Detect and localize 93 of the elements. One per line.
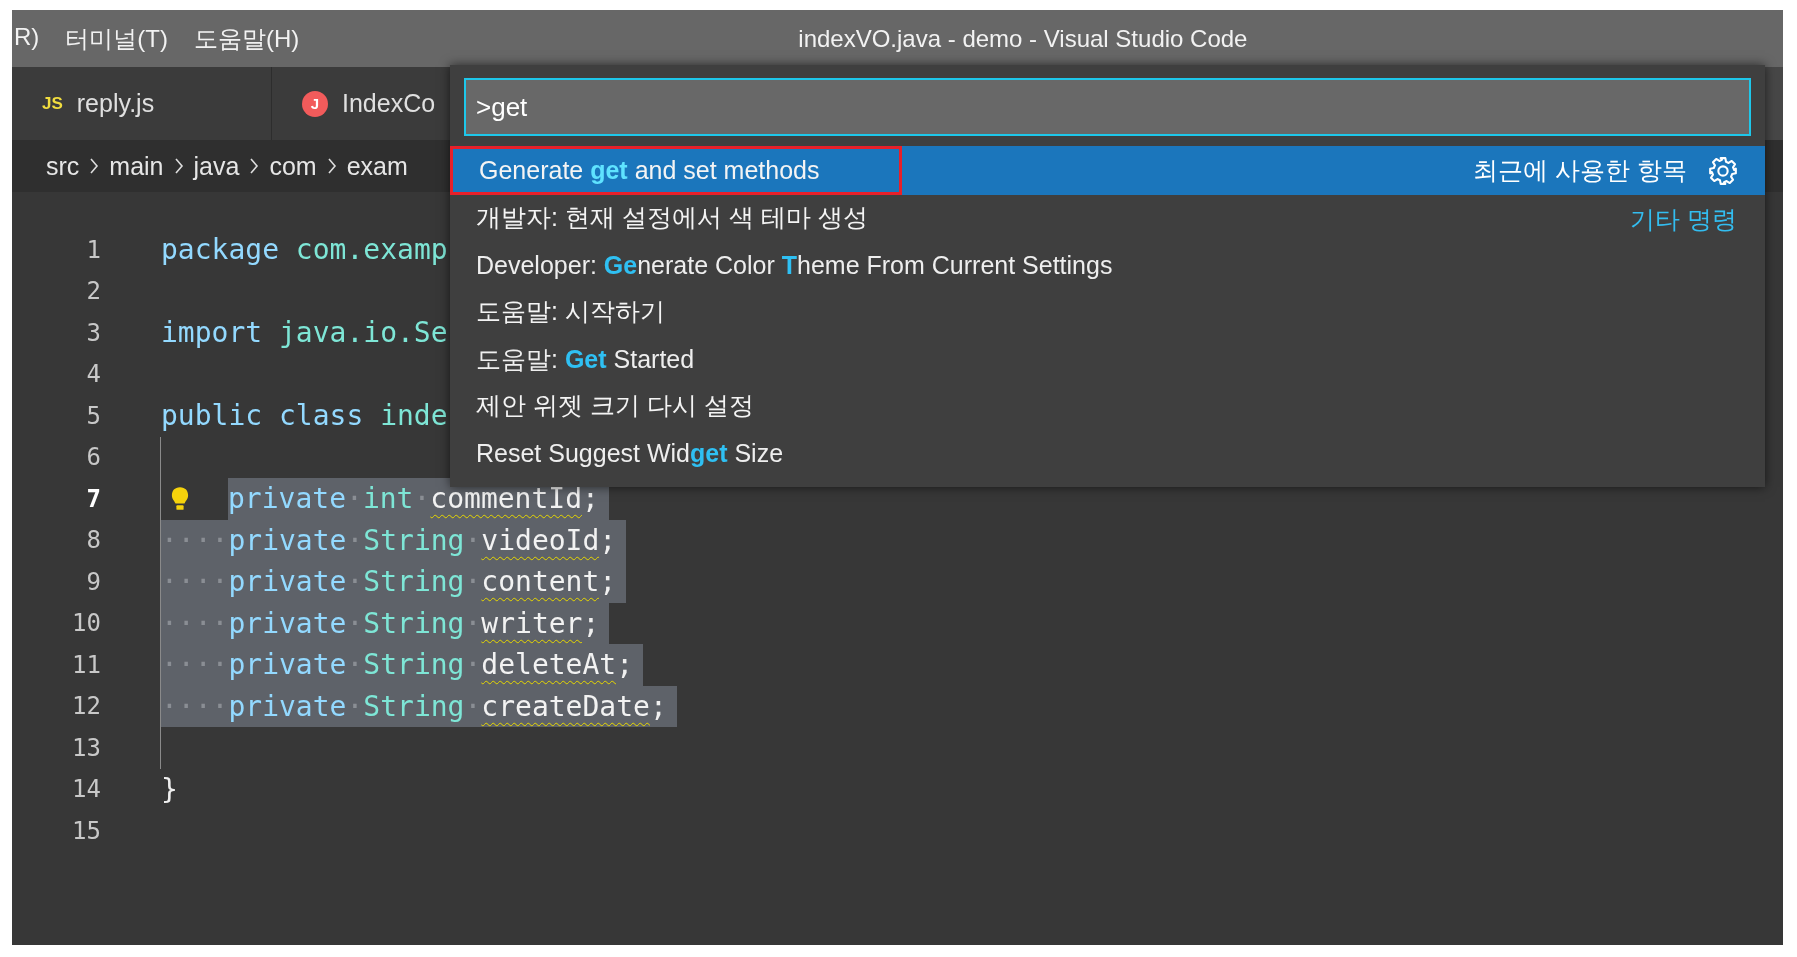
code-type: String <box>363 602 465 644</box>
code-identifier: content <box>481 561 600 603</box>
command-detail: Reset Suggest Widget Size <box>475 438 784 468</box>
whitespace-dots: · <box>346 644 364 686</box>
settings-icon[interactable] <box>1709 156 1737 185</box>
line-number: 8 <box>85 526 101 555</box>
whitespace-dots: · <box>346 602 364 644</box>
whitespace-dots: ···· <box>161 519 229 561</box>
code-type: inde <box>379 398 448 435</box>
command-item[interactable]: 도움말: 시작하기 도움말: Get Started <box>450 289 1765 383</box>
code-keyword: private <box>228 644 347 686</box>
group-label: 기타 명령 <box>1630 203 1737 235</box>
code-keyword: private <box>228 685 347 727</box>
command-label: 제안 위젯 크기 다시 설정 <box>475 390 754 421</box>
command-detail: Developer: Generate Color Theme From Current Settings <box>475 250 1113 280</box>
code-punctuation: } <box>161 771 178 808</box>
chevron-icon <box>89 156 100 176</box>
code-keyword: public class <box>161 398 364 435</box>
whitespace-dots: ···· <box>161 602 229 644</box>
menu-item[interactable]: 터미널(T) <box>65 22 168 55</box>
line-number: 3 <box>85 318 101 347</box>
code-keyword: private <box>228 561 347 603</box>
editor-tab[interactable]: JS reply.js <box>12 67 272 140</box>
group-label: 최근에 사용한 항목 <box>1473 155 1687 186</box>
code-identifier: createDate <box>481 685 650 727</box>
whitespace-dots: · <box>464 685 482 727</box>
line-number: 4 <box>85 360 101 389</box>
breadcrumb-item[interactable]: com <box>269 151 317 181</box>
code-keyword: private <box>228 519 347 561</box>
whitespace-dots: ···· <box>161 685 229 727</box>
whitespace-dots: · <box>464 644 482 686</box>
code-keyword: private <box>228 602 347 644</box>
whitespace-dots: · <box>346 478 363 520</box>
java-file-icon: J <box>302 90 328 117</box>
chevron-icon <box>326 156 337 176</box>
command-item[interactable]: Generate get and set methods 최근에 사용한 항목 <box>450 146 1765 195</box>
command-item[interactable]: 제안 위젯 크기 다시 설정 Reset Suggest Widget Size <box>450 383 1765 477</box>
code-identifier: writer <box>481 602 583 644</box>
command-label: Generate get and set methods <box>450 146 903 195</box>
code-type: String <box>363 519 465 561</box>
command-label: 개발자: 현재 설정에서 색 테마 생성 <box>475 202 868 233</box>
line-number: 1 <box>85 235 101 264</box>
chevron-icon <box>249 156 260 176</box>
whitespace-dots: · <box>464 561 482 603</box>
code-type: com.examp <box>294 232 448 269</box>
code-type: String <box>363 561 465 603</box>
breadcrumb-item[interactable]: java <box>193 151 240 181</box>
command-detail: 도움말: Get Started <box>475 343 695 375</box>
whitespace-dots: · <box>346 561 364 603</box>
command-item[interactable]: 개발자: 현재 설정에서 색 테마 생성 기타 명령 Developer: Generate Color Theme From Current Settings <box>450 195 1765 289</box>
code-identifier: deleteAt <box>481 644 617 686</box>
code-identifier: videoId <box>481 519 600 561</box>
line-number: 5 <box>85 401 101 430</box>
whitespace-dots: · <box>464 602 482 644</box>
line-number: 13 <box>71 733 101 762</box>
line-number: 14 <box>71 775 101 804</box>
whitespace-dots: ···· <box>161 561 229 603</box>
chevron-icon <box>173 156 184 176</box>
breadcrumb-item[interactable]: main <box>109 151 164 181</box>
whitespace-dots: · <box>346 519 364 561</box>
line-number: 6 <box>85 443 101 472</box>
whitespace-dots: · <box>346 685 364 727</box>
menu-item[interactable]: 도움말(H) <box>194 22 300 55</box>
code-punctuation: ; <box>599 561 617 603</box>
line-number: 15 <box>71 816 101 845</box>
line-number: 10 <box>71 609 101 638</box>
command-input[interactable]: >get <box>464 78 1751 136</box>
code-type: String <box>363 685 465 727</box>
line-number: 12 <box>71 692 101 721</box>
line-number: 2 <box>85 277 101 306</box>
javascript-file-icon: JS <box>42 93 63 114</box>
line-number: 7 <box>85 484 101 513</box>
breadcrumb-item[interactable]: exam <box>346 151 408 181</box>
code-keyword: package <box>161 232 279 269</box>
code-type: String <box>363 644 465 686</box>
line-number: 9 <box>85 567 101 596</box>
code-type: java.io.Se <box>278 315 448 352</box>
code-keyword: private <box>228 478 346 520</box>
selection-highlight <box>666 685 677 727</box>
code-keyword: import <box>161 315 263 352</box>
breadcrumb-item[interactable]: src <box>46 151 80 181</box>
whitespace-dots: · <box>464 519 482 561</box>
command-label: 도움말: 시작하기 <box>475 296 665 327</box>
line-number: 11 <box>71 650 101 679</box>
lightbulb-icon[interactable] <box>171 485 189 512</box>
code-punctuation: ; <box>616 644 634 686</box>
code-type: int <box>362 478 414 520</box>
menu-item[interactable]: R) <box>14 22 40 55</box>
code-punctuation: ; <box>582 602 600 644</box>
code-punctuation: ; <box>599 519 617 561</box>
window-title: indexVO.java - demo - Visual Studio Code <box>798 24 1248 53</box>
whitespace-dots: ···· <box>161 644 229 686</box>
whitespace-dots: · <box>413 478 431 520</box>
